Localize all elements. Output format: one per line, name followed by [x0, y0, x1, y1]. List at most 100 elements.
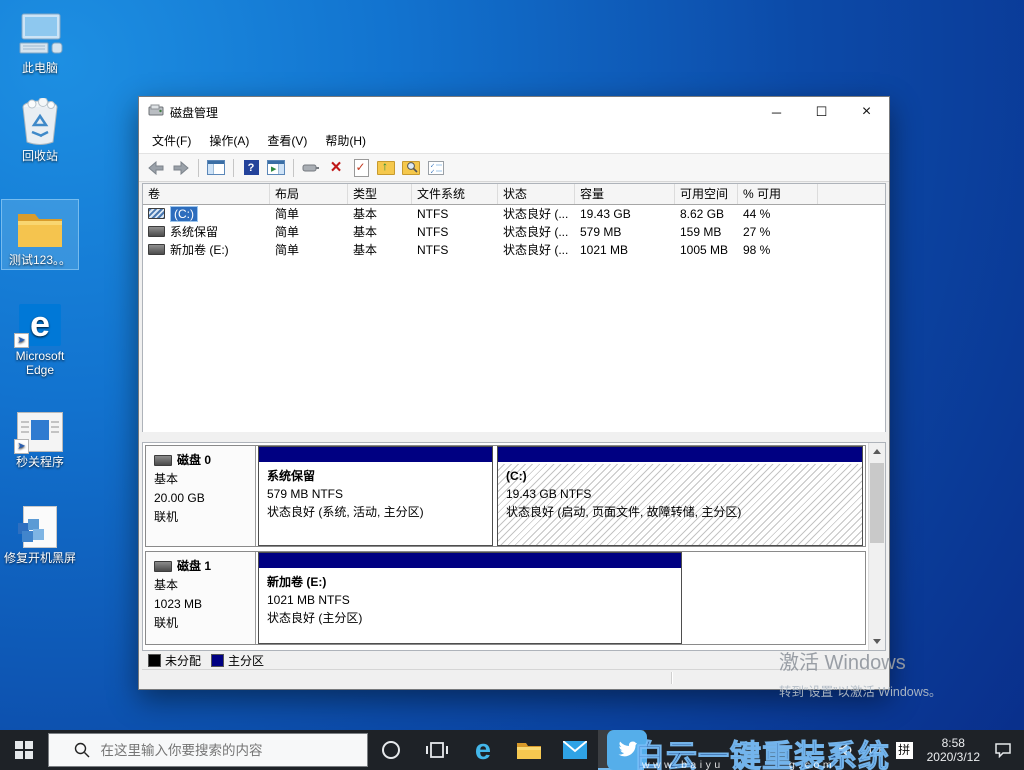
taskbar-search[interactable]: [48, 733, 368, 767]
taskbar-disk-management-button[interactable]: [598, 730, 644, 770]
disk-size: 1023 MB: [154, 595, 255, 614]
close-icon: ×: [862, 103, 871, 121]
cell-status: 状态良好 (...: [498, 223, 575, 241]
cell-free: 8.62 GB: [675, 205, 738, 223]
menu-help[interactable]: 帮助(H): [316, 128, 375, 153]
scrollbar-thumb[interactable]: [870, 463, 884, 543]
cell-free: 1005 MB: [675, 241, 738, 259]
partition-e[interactable]: 新加卷 (E:) 1021 MB NTFS 状态良好 (主分区): [258, 552, 682, 644]
taskbar: e: [0, 730, 1024, 770]
menu-view[interactable]: 查看(V): [258, 128, 316, 153]
desktop-icon-recycle-bin[interactable]: 回收站: [2, 96, 78, 165]
ime-mode-indicator[interactable]: 拼: [889, 730, 920, 770]
desktop-icon-edge[interactable]: e ➤ Microsoft Edge: [2, 296, 78, 379]
column-header-type[interactable]: 类型: [348, 184, 412, 204]
column-header-filesystem[interactable]: 文件系统: [412, 184, 498, 204]
legend-primary-label: 主分区: [228, 652, 264, 669]
delete-volume-icon[interactable]: ×: [325, 157, 347, 179]
partition-status: 状态良好 (主分区): [267, 609, 681, 627]
scroll-up-icon[interactable]: [869, 443, 885, 460]
cortana-button[interactable]: [368, 730, 414, 770]
maximize-button[interactable]: ☐: [799, 97, 844, 127]
disk-0-label-panel[interactable]: 磁盘 0 基本 20.00 GB 联机: [146, 446, 256, 546]
column-header-filler: [818, 184, 885, 204]
action-center-button[interactable]: [987, 730, 1024, 770]
minimize-button[interactable]: ─: [754, 97, 799, 127]
table-row-volume-e[interactable]: 新加卷 (E:) 简单 基本 NTFS 状态良好 (... 1021 MB 10…: [143, 241, 885, 259]
volume-icon: [148, 208, 165, 219]
title-bar[interactable]: 磁盘管理 ─ ☐ ×: [139, 97, 889, 127]
forward-icon[interactable]: [170, 157, 192, 179]
cell-layout: 简单: [270, 223, 348, 241]
partition-c[interactable]: (C:) 19.43 GB NTFS 状态良好 (启动, 页面文件, 故障转储,…: [497, 446, 863, 546]
toolbar-separator: [233, 159, 234, 177]
action-pane-icon[interactable]: ▶: [265, 157, 287, 179]
column-header-layout[interactable]: 布局: [270, 184, 348, 204]
menu-file[interactable]: 文件(F): [143, 128, 200, 153]
folder-search-icon[interactable]: [400, 157, 422, 179]
partition-color-band: [498, 447, 862, 464]
column-header-volume[interactable]: 卷: [143, 184, 270, 204]
column-header-free[interactable]: 可用空间: [675, 184, 738, 204]
clock-date: 2020/3/12: [927, 750, 980, 764]
svg-text:✓: ✓: [430, 169, 435, 175]
cell-type: 基本: [348, 223, 412, 241]
menu-action[interactable]: 操作(A): [200, 128, 258, 153]
vertical-scrollbar[interactable]: [868, 443, 885, 650]
cell-status: 状态良好 (...: [498, 205, 575, 223]
cell-type: 基本: [348, 205, 412, 223]
desktop-icon-test-folder[interactable]: 测试123。。: [2, 200, 78, 269]
table-row-volume-c[interactable]: (C:) 简单 基本 NTFS 状态良好 (... 19.43 GB 8.62 …: [143, 205, 885, 223]
cell-layout: 简单: [270, 205, 348, 223]
computer-icon: [2, 10, 78, 58]
search-input[interactable]: [99, 742, 353, 759]
desktop: 此电脑 回收站 测试123。。 e: [0, 0, 1024, 770]
toolbar-separator: [293, 159, 294, 177]
drive-icon[interactable]: [300, 157, 322, 179]
edge-icon: e ➤: [2, 298, 78, 346]
status-bar: [142, 669, 886, 686]
legend-bar: 未分配 主分区: [142, 651, 886, 669]
task-view-button[interactable]: [414, 730, 460, 770]
partition-system-reserved[interactable]: 系统保留 579 MB NTFS 状态良好 (系统, 活动, 主分区): [258, 446, 493, 546]
disk-0-partitions: 系统保留 579 MB NTFS 状态良好 (系统, 活动, 主分区) (C:)…: [257, 446, 865, 546]
taskbar-mail-button[interactable]: [552, 730, 598, 770]
column-header-capacity[interactable]: 容量: [575, 184, 675, 204]
ime-language-indicator[interactable]: 中: [862, 730, 889, 770]
disk-1-label-panel[interactable]: 磁盘 1 基本 1023 MB 联机: [146, 552, 256, 644]
back-icon[interactable]: [145, 157, 167, 179]
table-row-volume-system-reserved[interactable]: 系统保留 简单 基本 NTFS 状态良好 (... 579 MB 159 MB …: [143, 223, 885, 241]
taskbar-clock[interactable]: 8:58 2020/3/12: [920, 730, 987, 770]
taskbar-explorer-button[interactable]: [506, 730, 552, 770]
desktop-icon-label: 此电脑: [2, 61, 78, 75]
volume-list-header: 卷 布局 类型 文件系统 状态 容量 可用空间 % 可用: [143, 184, 885, 205]
task-list-icon[interactable]: ✓✓: [425, 157, 447, 179]
desktop-icon-this-pc[interactable]: 此电脑: [2, 8, 78, 77]
cell-pct-free: 27 %: [738, 223, 818, 241]
column-header-pct-free[interactable]: % 可用: [738, 184, 818, 204]
edge-icon: e: [475, 732, 491, 768]
partition-info: 579 MB NTFS: [267, 485, 492, 503]
minimize-icon: ─: [772, 105, 781, 120]
desktop-icon-fix-blackscreen[interactable]: 修复开机黑屏: [2, 498, 78, 567]
console-tree-icon[interactable]: [205, 157, 227, 179]
column-header-status[interactable]: 状态: [498, 184, 575, 204]
disk-size: 20.00 GB: [154, 489, 255, 508]
scroll-down-icon[interactable]: [869, 633, 885, 650]
disk-1-partitions: 新加卷 (E:) 1021 MB NTFS 状态良好 (主分区): [257, 552, 865, 644]
folder-up-icon[interactable]: ↑: [375, 157, 397, 179]
folder-icon: [2, 202, 78, 250]
check-document-icon[interactable]: ✓: [350, 157, 372, 179]
partition-color-band: [259, 553, 681, 570]
clock-time: 8:58: [942, 736, 965, 750]
status-bar-divider: [671, 672, 673, 684]
legend-unallocated-label: 未分配: [165, 652, 201, 669]
close-button[interactable]: ×: [844, 97, 889, 127]
start-button[interactable]: [0, 730, 48, 770]
partition-status: 状态良好 (系统, 活动, 主分区): [267, 503, 492, 521]
pane-splitter[interactable]: [139, 432, 889, 442]
desktop-icon-quick-close[interactable]: ➤ 秒关程序: [2, 402, 78, 471]
help-icon[interactable]: ?: [240, 157, 262, 179]
volume-button[interactable]: [831, 730, 862, 770]
taskbar-edge-button[interactable]: e: [460, 730, 506, 770]
